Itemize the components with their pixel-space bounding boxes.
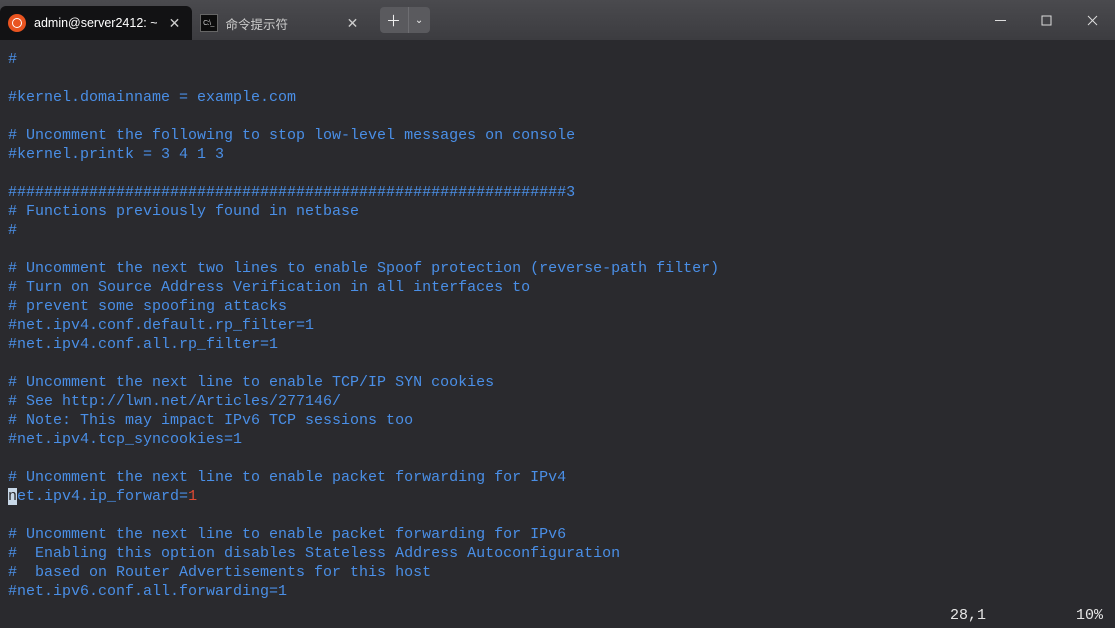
- tab-ubuntu-terminal[interactable]: admin@server2412: ~ ✕: [0, 6, 192, 40]
- ubuntu-icon: [8, 14, 26, 32]
- tab-title: 命令提示符: [226, 14, 336, 33]
- config-value: 1: [188, 488, 197, 505]
- tab-cmd-prompt[interactable]: C:\_ 命令提示符 ✕: [192, 6, 370, 40]
- file-line: # Note: This may impact IPv6 TCP session…: [8, 412, 413, 429]
- file-line: # Functions previously found in netbase: [8, 203, 359, 220]
- file-line: # Uncomment the next line to enable TCP/…: [8, 374, 494, 391]
- tab-title: admin@server2412: ~: [34, 16, 158, 30]
- cmd-icon: C:\_: [200, 14, 218, 32]
- file-line: #: [8, 51, 17, 68]
- title-bar: admin@server2412: ~ ✕ C:\_ 命令提示符 ✕ ＋ ⌄: [0, 0, 1115, 40]
- window-controls: [977, 0, 1115, 40]
- close-button[interactable]: [1069, 0, 1115, 40]
- close-icon[interactable]: ✕: [344, 14, 362, 32]
- file-line: #net.ipv4.conf.default.rp_filter=1: [8, 317, 314, 334]
- file-line: # Uncomment the following to stop low-le…: [8, 127, 575, 144]
- file-line: #: [8, 222, 17, 239]
- file-line: # prevent some spoofing attacks: [8, 298, 287, 315]
- maximize-button[interactable]: [1023, 0, 1069, 40]
- active-config-line: net.ipv4.ip_forward=1: [8, 488, 197, 505]
- file-line: ########################################…: [8, 184, 575, 201]
- new-tab-button[interactable]: ＋: [380, 7, 408, 33]
- scroll-percent: 10%: [1076, 607, 1103, 624]
- new-tab-group: ＋ ⌄: [380, 7, 430, 33]
- config-text: et.ipv4.ip_forward: [17, 488, 179, 505]
- file-line: # Uncomment the next line to enable pack…: [8, 526, 566, 543]
- close-icon[interactable]: ✕: [166, 14, 184, 32]
- file-line: # See http://lwn.net/Articles/277146/: [8, 393, 341, 410]
- file-line: #kernel.domainname = example.com: [8, 89, 296, 106]
- file-line: #kernel.printk = 3 4 1 3: [8, 146, 224, 163]
- new-tab-dropdown[interactable]: ⌄: [408, 7, 430, 33]
- minimize-button[interactable]: [977, 0, 1023, 40]
- equals-sign: =: [179, 488, 188, 505]
- file-line: # Turn on Source Address Verification in…: [8, 279, 530, 296]
- vim-status-bar: 28,1 10%: [950, 607, 1103, 624]
- tabs-container: admin@server2412: ~ ✕ C:\_ 命令提示符 ✕ ＋ ⌄: [0, 0, 977, 40]
- file-line: #net.ipv6.conf.all.forwarding=1: [8, 583, 287, 600]
- cursor: n: [8, 488, 17, 505]
- file-line: #net.ipv4.tcp_syncookies=1: [8, 431, 242, 448]
- cursor-position: 28,1: [950, 607, 986, 624]
- terminal-viewport[interactable]: # #kernel.domainname = example.com # Unc…: [0, 40, 1115, 628]
- file-line: # Uncomment the next two lines to enable…: [8, 260, 719, 277]
- file-line: # Enabling this option disables Stateles…: [8, 545, 620, 562]
- file-line: # based on Router Advertisements for thi…: [8, 564, 431, 581]
- file-line: #net.ipv4.conf.all.rp_filter=1: [8, 336, 278, 353]
- file-line: # Uncomment the next line to enable pack…: [8, 469, 566, 486]
